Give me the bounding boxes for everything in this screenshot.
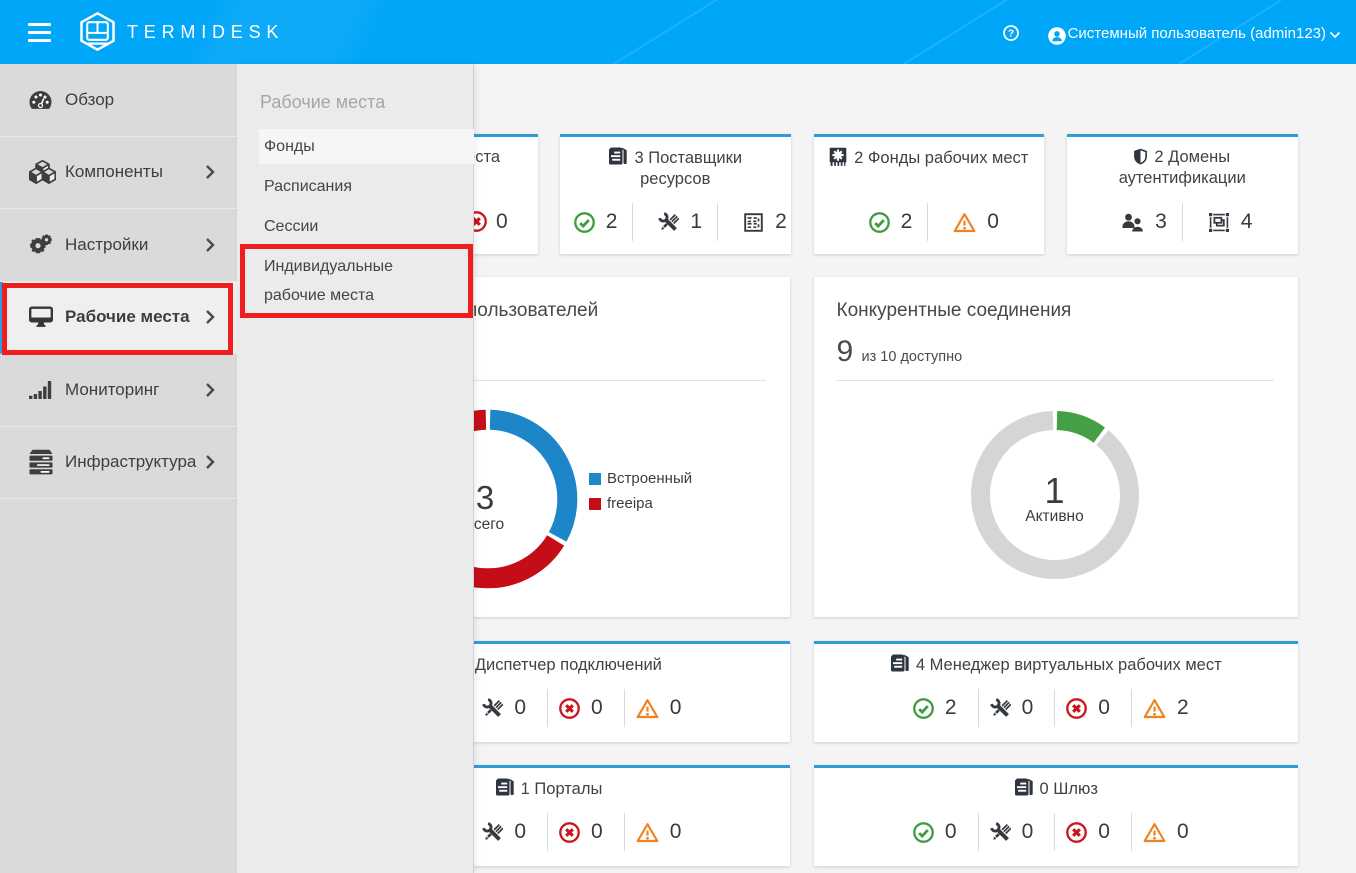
svg-text:?: ? [1008, 29, 1014, 40]
